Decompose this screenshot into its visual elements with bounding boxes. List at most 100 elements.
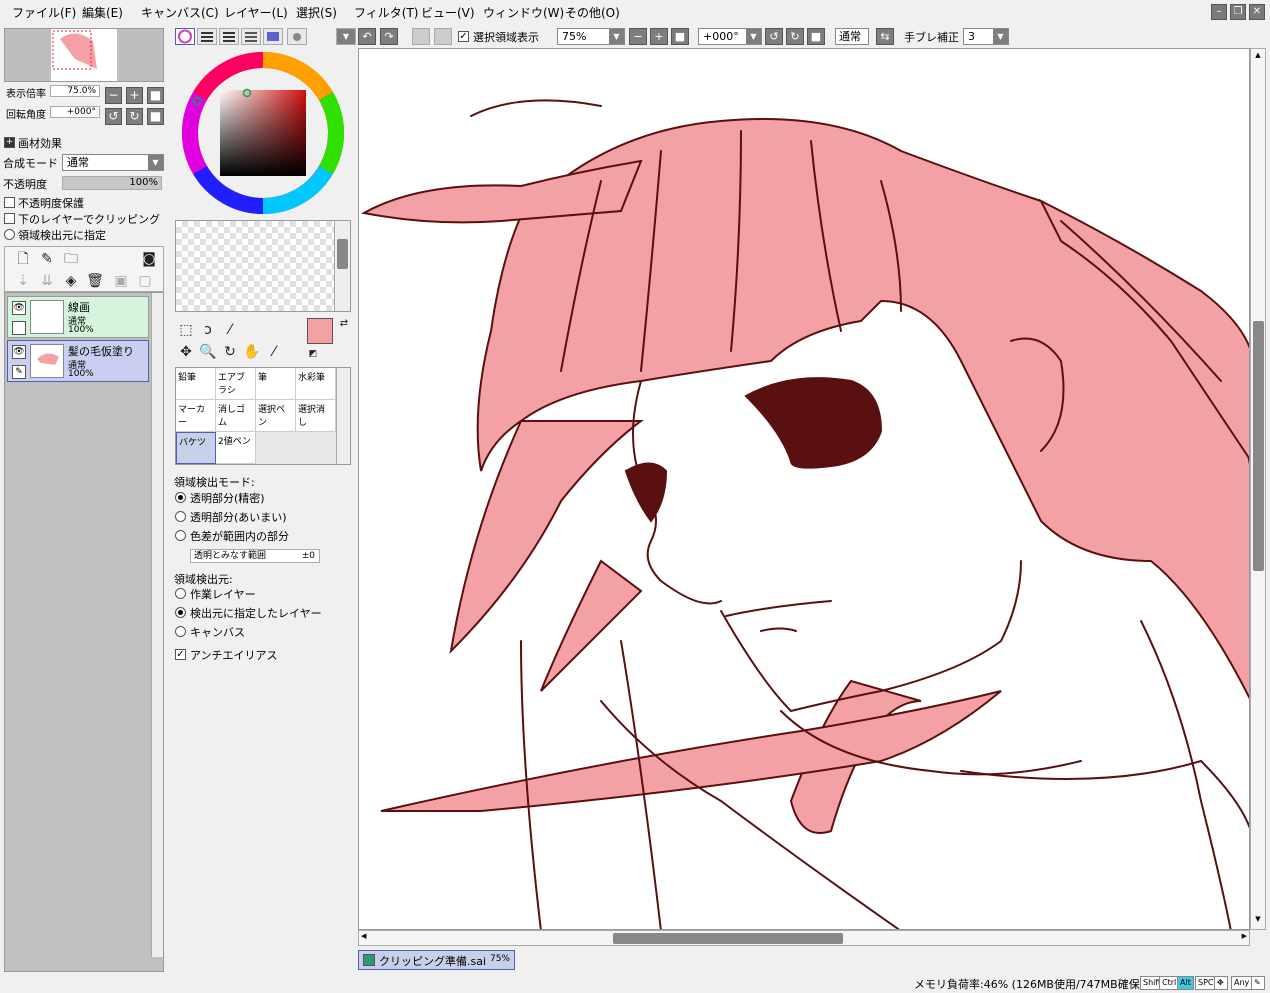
- rotate-left-button[interactable]: ↺: [105, 108, 122, 125]
- rotate-icon[interactable]: ↻: [220, 342, 240, 362]
- menu-select[interactable]: 選択(S): [296, 4, 337, 21]
- swap-colors-icon[interactable]: ⇄: [334, 314, 354, 334]
- mode-radio[interactable]: [175, 511, 186, 522]
- zoom-icon[interactable]: 🔍: [198, 342, 218, 362]
- default-colors-icon[interactable]: ◩: [303, 344, 323, 364]
- source-radio[interactable]: [175, 607, 186, 618]
- zoom-select[interactable]: 75% ▼: [557, 28, 625, 45]
- vertical-scrollbar[interactable]: ▲ ▼: [1250, 48, 1266, 930]
- scratchpad-tab[interactable]: [287, 28, 307, 45]
- zoom-out-button[interactable]: −: [105, 87, 122, 104]
- range-slider[interactable]: 透明とみなす範囲 ±0: [190, 549, 320, 563]
- antialias-checkbox[interactable]: ✓: [175, 649, 186, 660]
- effects-expand-icon[interactable]: +: [4, 137, 15, 148]
- swatch-area[interactable]: [175, 220, 351, 312]
- scroll-thumb[interactable]: [613, 933, 843, 944]
- menu-filter[interactable]: フィルタ(T): [354, 4, 418, 21]
- source-radio[interactable]: [175, 626, 186, 637]
- menu-layer[interactable]: レイヤー(L): [224, 4, 288, 21]
- lasso-icon[interactable]: ↄ: [198, 320, 218, 340]
- move-icon[interactable]: ✥: [176, 342, 196, 362]
- new-linework-layer-icon[interactable]: ✎: [37, 249, 57, 269]
- stabilizer-select[interactable]: 3 ▼: [963, 28, 1009, 45]
- primary-color[interactable]: [307, 318, 333, 344]
- new-layer-icon[interactable]: 🗋: [13, 249, 33, 269]
- mask-apply-icon[interactable]: ▣: [111, 271, 131, 291]
- menu-file[interactable]: ファイル(F): [12, 4, 76, 21]
- mixer-tab[interactable]: [241, 28, 261, 45]
- invert-selection-icon[interactable]: [434, 28, 452, 45]
- rotate-cw-icon[interactable]: ↻: [786, 28, 804, 45]
- mask-delete-icon[interactable]: ▢: [135, 271, 155, 291]
- show-selection-checkbox[interactable]: ✓: [458, 31, 469, 42]
- minimize-icon[interactable]: –: [1211, 4, 1227, 20]
- brush-scrollbar[interactable]: [336, 368, 350, 464]
- deselect-icon[interactable]: [412, 28, 430, 45]
- zoom-in-button[interactable]: +: [126, 87, 143, 104]
- blend-mode-select[interactable]: 通常 ▼: [62, 154, 164, 171]
- rotate-ccw-icon[interactable]: ↺: [765, 28, 783, 45]
- scroll-thumb[interactable]: [1253, 321, 1264, 571]
- zoom-reset-icon[interactable]: ■: [671, 28, 689, 45]
- brush-airbrush[interactable]: エアブラシ: [216, 368, 256, 400]
- new-folder-icon[interactable]: 🗀: [61, 249, 81, 269]
- undo-icon[interactable]: ↶: [358, 28, 376, 45]
- rotate-right-button[interactable]: ↻: [126, 108, 143, 125]
- horizontal-scrollbar[interactable]: ◀ ▶: [358, 930, 1250, 946]
- rotate-reset-button[interactable]: ■: [147, 108, 164, 125]
- eye-icon[interactable]: 👁: [12, 345, 26, 359]
- zoom-in-icon[interactable]: +: [650, 28, 668, 45]
- zoom-out-icon[interactable]: −: [629, 28, 647, 45]
- rotation-slider[interactable]: +000°: [50, 106, 100, 118]
- mode-radio[interactable]: [175, 530, 186, 541]
- mode-radio[interactable]: [175, 492, 186, 503]
- blend-select[interactable]: 通常: [835, 28, 869, 45]
- drawing-canvas[interactable]: [358, 48, 1250, 930]
- scroll-left-icon[interactable]: ◀: [361, 932, 366, 940]
- eyedropper-icon[interactable]: ⁄: [264, 342, 284, 362]
- scroll-right-icon[interactable]: ▶: [1242, 932, 1247, 940]
- scroll-thumb[interactable]: [337, 239, 348, 269]
- menu-view[interactable]: ビュー(V): [421, 4, 475, 21]
- menu-window[interactable]: ウィンドウ(W): [483, 4, 564, 21]
- clip-lower-checkbox[interactable]: [4, 213, 15, 224]
- brush-select-pen[interactable]: 選択ペン: [256, 400, 296, 432]
- layer-item[interactable]: 👁 線画 通常 100%: [7, 296, 149, 338]
- brush-brush[interactable]: 筆: [256, 368, 296, 400]
- brush-marker[interactable]: マーカー: [176, 400, 216, 432]
- merge-down-icon[interactable]: ⇊: [37, 271, 57, 291]
- hand-icon[interactable]: ✋: [242, 342, 262, 362]
- rect-select-icon[interactable]: ⬚: [176, 320, 196, 340]
- rgb-slider-tab[interactable]: [197, 28, 217, 45]
- protect-opacity-checkbox[interactable]: [4, 197, 15, 208]
- brush-binary-pen[interactable]: 2値ペン: [216, 432, 256, 464]
- menu-edit[interactable]: 編集(E): [82, 4, 123, 21]
- eye-icon[interactable]: 👁: [12, 301, 26, 315]
- brush-select-erase[interactable]: 選択消し: [296, 400, 336, 432]
- brush-eraser[interactable]: 消しゴム: [216, 400, 256, 432]
- brush-bucket[interactable]: バケツ: [176, 432, 216, 464]
- navigator-preview[interactable]: [4, 28, 164, 82]
- layer-scrollbar[interactable]: [151, 293, 163, 957]
- rotate-reset-icon[interactable]: ■: [807, 28, 825, 45]
- zoom-reset-button[interactable]: ■: [147, 87, 164, 104]
- opacity-slider[interactable]: 100%: [62, 176, 162, 190]
- delete-layer-icon[interactable]: 🗑: [85, 271, 105, 291]
- close-icon[interactable]: ✕: [1249, 4, 1265, 20]
- brush-icon[interactable]: ✎: [12, 365, 26, 379]
- color-wheel[interactable]: [180, 50, 346, 216]
- clear-layer-icon[interactable]: ◈: [61, 271, 81, 291]
- layer-item[interactable]: 👁 ✎ 髪の毛仮塗り 通常 100%: [7, 340, 149, 382]
- brush-watercolor[interactable]: 水彩筆: [296, 368, 336, 400]
- flip-icon[interactable]: ⇆: [876, 28, 894, 45]
- selection-source-radio[interactable]: [4, 229, 15, 240]
- color-wheel-tab[interactable]: [175, 28, 195, 45]
- lock-toggle[interactable]: [12, 321, 26, 335]
- mask-icon[interactable]: ◙: [139, 249, 159, 269]
- hsv-slider-tab[interactable]: [219, 28, 239, 45]
- swatch-tab[interactable]: [263, 28, 283, 45]
- source-radio[interactable]: [175, 588, 186, 599]
- transfer-down-icon[interactable]: ⇣: [13, 271, 33, 291]
- menu-canvas[interactable]: キャンバス(C): [141, 4, 219, 21]
- swatch-scrollbar[interactable]: [334, 221, 350, 311]
